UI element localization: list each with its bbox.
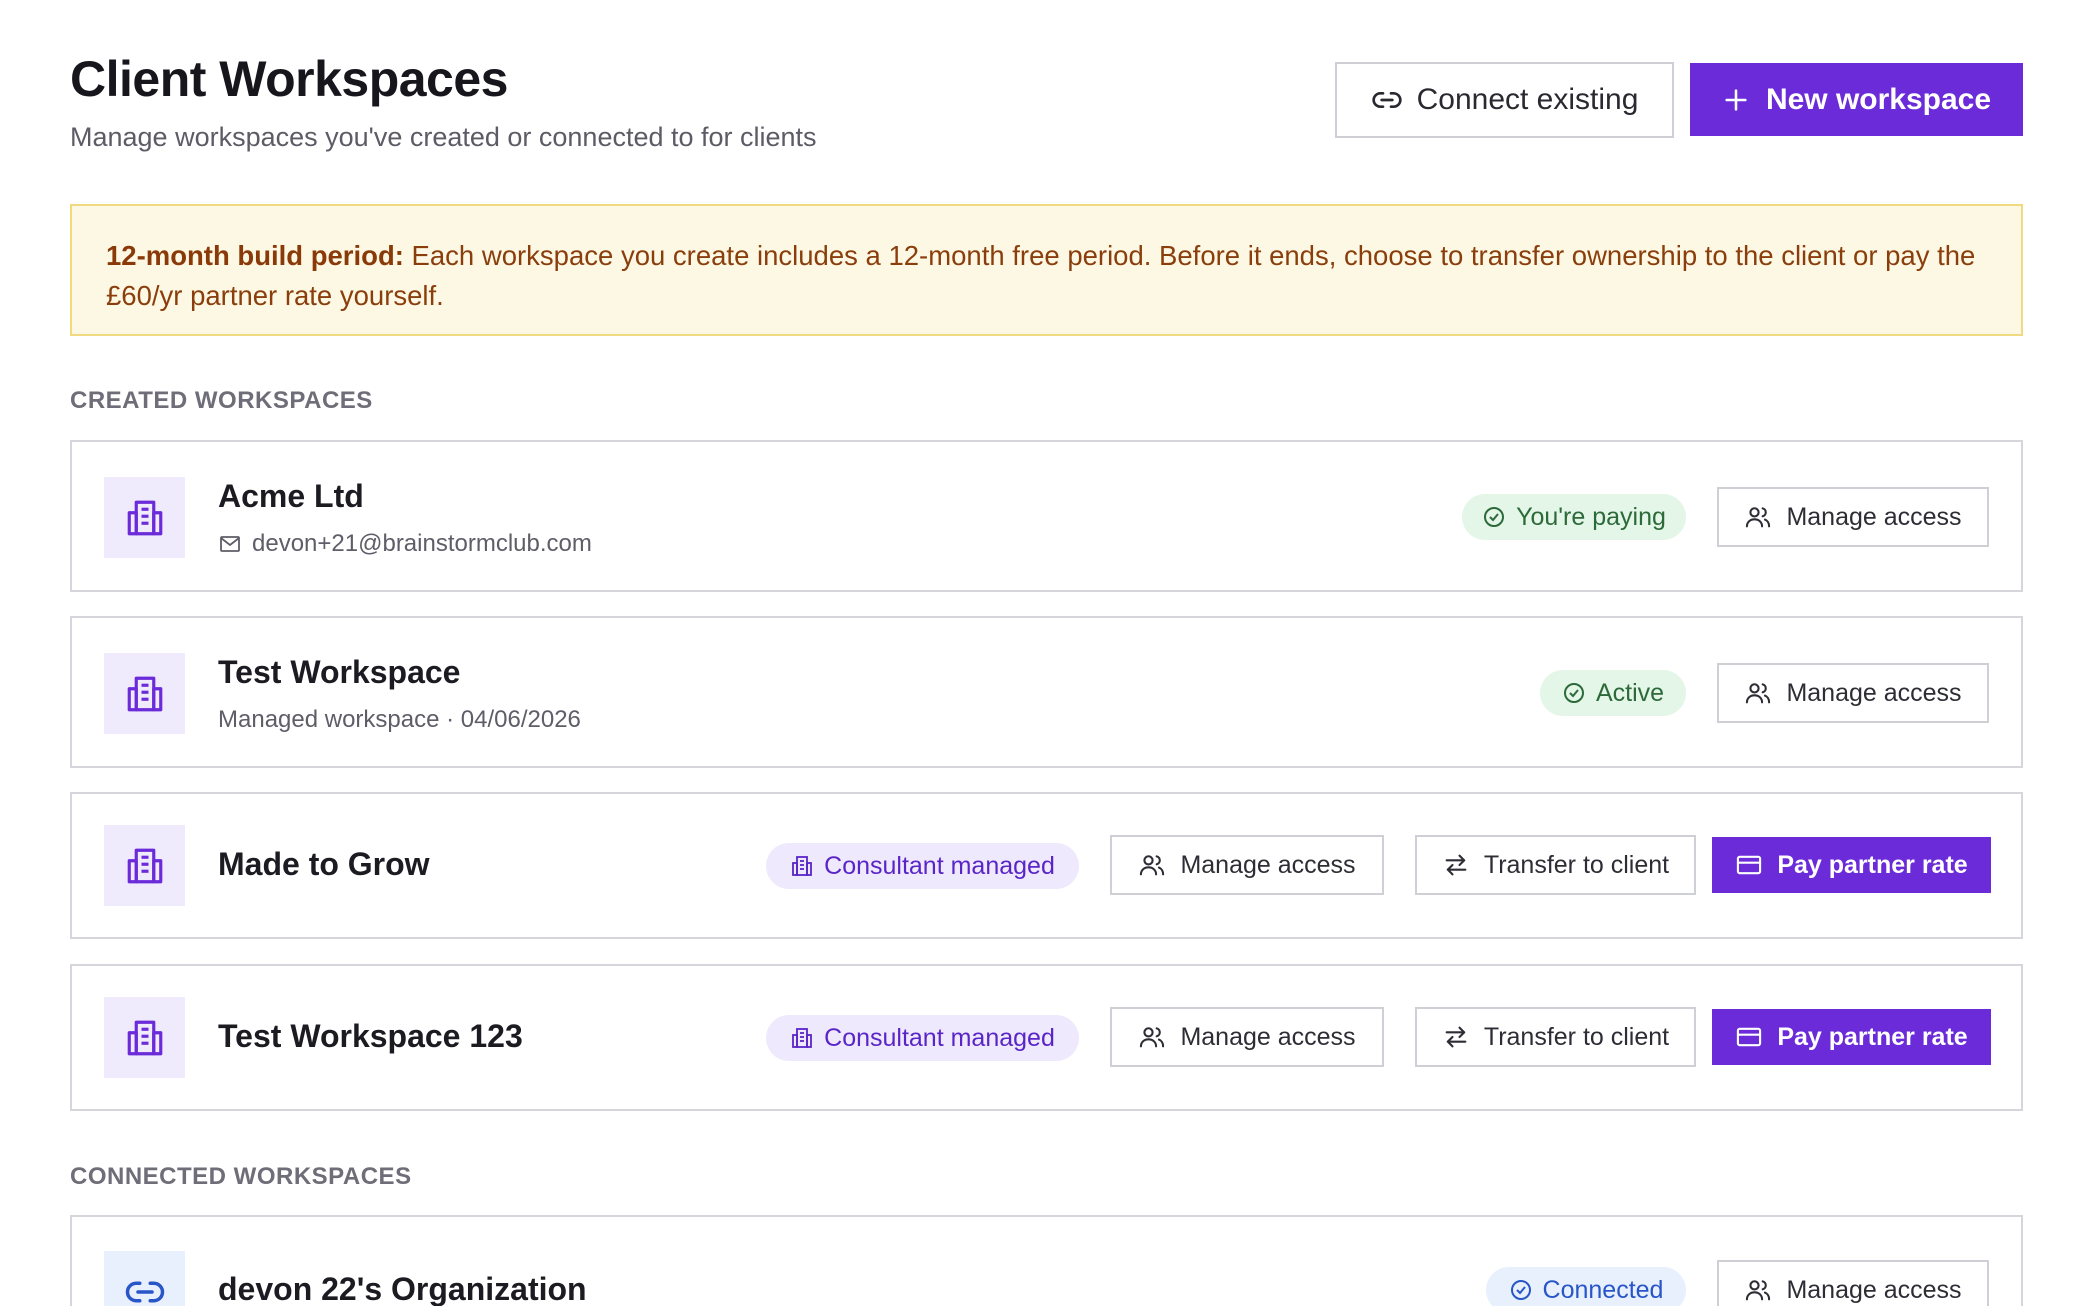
pay-partner-rate-label: Pay partner rate xyxy=(1777,1022,1968,1051)
workspace-card: devon 22's Organization Connected Manage… xyxy=(70,1215,2023,1306)
transfer-arrows-icon xyxy=(1442,1023,1470,1051)
build-period-notice: 12-month build period: Each workspace yo… xyxy=(70,204,2023,336)
status-badge-text: Connected xyxy=(1542,1275,1664,1304)
created-workspaces-heading: CREATED WORKSPACES xyxy=(70,387,373,414)
status-badge: Consultant managed xyxy=(766,1015,1079,1061)
status-badge-text: You're paying xyxy=(1516,502,1666,531)
connect-existing-label: Connect existing xyxy=(1416,83,1639,116)
manage-access-label: Manage access xyxy=(1786,502,1962,531)
building-icon xyxy=(790,854,814,878)
page-header: Client Workspaces Manage workspaces you'… xyxy=(70,50,2023,160)
transfer-to-client-label: Transfer to client xyxy=(1483,1022,1670,1051)
status-badge: Connected xyxy=(1486,1267,1686,1306)
pay-partner-rate-button[interactable]: Pay partner rate xyxy=(1712,1009,1991,1065)
users-icon xyxy=(1138,1023,1166,1051)
workspace-name: devon 22's Organization xyxy=(218,1271,587,1306)
page-subtitle: Manage workspaces you've created or conn… xyxy=(70,122,817,152)
workspace-name: Made to Grow xyxy=(218,846,430,882)
manage-access-button[interactable]: Manage access xyxy=(1110,835,1384,895)
workspace-card: Test Workspace 123 Consultant managed Ma… xyxy=(70,964,2023,1111)
manage-access-label: Manage access xyxy=(1180,1022,1356,1051)
workspace-name: Acme Ltd xyxy=(218,478,364,514)
users-icon xyxy=(1744,1276,1772,1304)
pay-partner-rate-label: Pay partner rate xyxy=(1777,850,1968,879)
status-badge: Active xyxy=(1540,670,1686,716)
building-icon xyxy=(104,653,185,734)
transfer-to-client-label: Transfer to client xyxy=(1483,850,1670,879)
status-badge-text: Consultant managed xyxy=(824,1023,1055,1052)
transfer-arrows-icon xyxy=(1442,851,1470,879)
manage-access-button[interactable]: Manage access xyxy=(1717,487,1989,547)
building-icon xyxy=(104,997,185,1078)
check-circle-icon xyxy=(1482,505,1506,529)
manage-access-button[interactable]: Manage access xyxy=(1717,663,1989,723)
page-title: Client Workspaces xyxy=(70,51,508,107)
new-workspace-label: New workspace xyxy=(1765,82,1992,116)
workspace-meta: Managed workspace · 04/06/2026 xyxy=(218,706,581,733)
building-icon xyxy=(104,825,185,906)
workspace-card: Test Workspace Managed workspace · 04/06… xyxy=(70,616,2023,768)
workspace-card: Made to Grow Consultant managed Manage a… xyxy=(70,792,2023,939)
status-badge-text: Consultant managed xyxy=(824,851,1055,880)
status-badge: Consultant managed xyxy=(766,843,1079,889)
users-icon xyxy=(1744,679,1772,707)
status-badge-text: Active xyxy=(1595,678,1665,707)
link-icon xyxy=(1371,84,1403,116)
mail-icon xyxy=(218,532,242,556)
manage-access-label: Manage access xyxy=(1786,1275,1962,1304)
manage-access-label: Manage access xyxy=(1180,850,1356,879)
manage-access-label: Manage access xyxy=(1786,678,1962,707)
users-icon xyxy=(1744,503,1772,531)
manage-access-button[interactable]: Manage access xyxy=(1717,1260,1989,1306)
transfer-to-client-button[interactable]: Transfer to client xyxy=(1415,835,1696,895)
check-circle-icon xyxy=(1562,681,1586,705)
new-workspace-button[interactable]: New workspace xyxy=(1690,63,2023,136)
notice-heading: 12-month build period: xyxy=(106,240,404,271)
manage-access-button[interactable]: Manage access xyxy=(1110,1007,1384,1067)
building-icon xyxy=(104,477,185,558)
workspace-name: Test Workspace xyxy=(218,654,461,690)
plus-icon xyxy=(1722,86,1750,114)
credit-card-icon xyxy=(1735,851,1763,879)
link-icon xyxy=(104,1251,185,1306)
transfer-to-client-button[interactable]: Transfer to client xyxy=(1415,1007,1696,1067)
status-badge: You're paying xyxy=(1462,494,1686,540)
check-circle-icon xyxy=(1509,1278,1533,1302)
workspace-email-text: devon+21@brainstormclub.com xyxy=(252,530,592,557)
connect-existing-button[interactable]: Connect existing xyxy=(1335,62,1674,138)
users-icon xyxy=(1138,851,1166,879)
building-icon xyxy=(790,1026,814,1050)
workspace-name: Test Workspace 123 xyxy=(218,1018,523,1054)
pay-partner-rate-button[interactable]: Pay partner rate xyxy=(1712,837,1991,893)
workspace-email: devon+21@brainstormclub.com xyxy=(218,530,592,558)
credit-card-icon xyxy=(1735,1023,1763,1051)
connected-workspaces-heading: CONNECTED WORKSPACES xyxy=(70,1163,412,1190)
workspace-card: Acme Ltd devon+21@brainstormclub.com You… xyxy=(70,440,2023,592)
